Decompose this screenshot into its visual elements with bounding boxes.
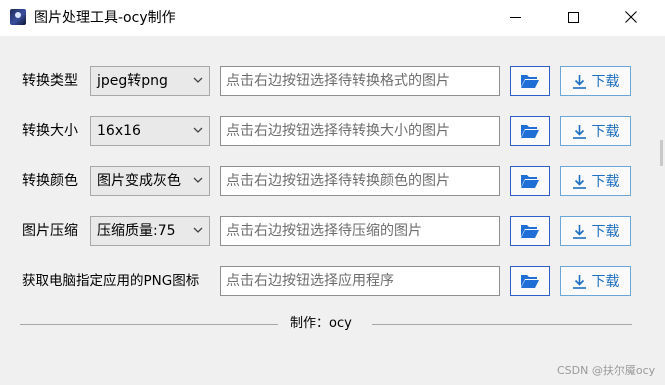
- download-icon: [572, 124, 586, 139]
- open-folder-button[interactable]: [510, 66, 550, 96]
- folder-open-icon: [521, 175, 539, 188]
- maximize-icon: [567, 11, 579, 23]
- chevron-down-icon: [193, 127, 203, 133]
- download-label: 下载: [591, 174, 620, 190]
- close-icon: [625, 11, 637, 23]
- folder-open-icon: [521, 125, 539, 138]
- download-button[interactable]: 下载: [560, 266, 631, 296]
- row-label-convert-type: 转换类型: [22, 73, 78, 89]
- chevron-down-icon: [193, 77, 203, 83]
- open-folder-button[interactable]: [510, 216, 550, 246]
- open-folder-button[interactable]: [510, 166, 550, 196]
- download-label: 下载: [591, 74, 620, 90]
- open-folder-button[interactable]: [510, 116, 550, 146]
- window-title: 图片处理工具-ocy制作: [34, 10, 176, 26]
- convert-size-select[interactable]: 16x16: [90, 116, 210, 146]
- select-value: 图片变成灰色: [97, 173, 181, 189]
- download-label: 下载: [591, 274, 620, 290]
- download-button[interactable]: 下载: [560, 216, 631, 246]
- download-label: 下载: [591, 224, 620, 240]
- minimize-button[interactable]: [492, 0, 538, 34]
- file-path-input[interactable]: 点击右边按钮选择待转换格式的图片: [220, 66, 500, 96]
- scrollbar-thumb[interactable]: [660, 140, 663, 166]
- close-button[interactable]: [608, 0, 654, 34]
- download-icon: [572, 224, 586, 239]
- scrollbar-track[interactable]: [656, 36, 665, 385]
- row-label-convert-size: 转换大小: [22, 123, 78, 139]
- convert-color-select[interactable]: 图片变成灰色: [90, 166, 210, 196]
- divider-left: [20, 324, 278, 325]
- download-icon: [572, 274, 586, 289]
- download-button[interactable]: 下载: [560, 116, 631, 146]
- download-button[interactable]: 下载: [560, 166, 631, 196]
- title-bar: 图片处理工具-ocy制作: [0, 0, 665, 36]
- select-value: 16x16: [97, 123, 141, 139]
- download-label: 下载: [591, 124, 620, 140]
- file-path-input[interactable]: 点击右边按钮选择待转换大小的图片: [220, 116, 500, 146]
- app-icon: [10, 9, 26, 25]
- folder-open-icon: [521, 75, 539, 88]
- row-label-compress: 图片压缩: [22, 223, 78, 239]
- author-credit: 制作：ocy: [290, 316, 352, 331]
- select-value: jpeg转png: [97, 73, 168, 89]
- download-icon: [572, 74, 586, 89]
- file-path-input[interactable]: 点击右边按钮选择待压缩的图片: [220, 216, 500, 246]
- minimize-icon: [509, 16, 521, 18]
- open-folder-button[interactable]: [510, 266, 550, 296]
- select-value: 压缩质量:75: [97, 223, 176, 239]
- download-icon: [572, 174, 586, 189]
- file-path-input[interactable]: 点击右边按钮选择待转换颜色的图片: [220, 166, 500, 196]
- download-button[interactable]: 下载: [560, 66, 631, 96]
- folder-open-icon: [521, 225, 539, 238]
- folder-open-icon: [521, 275, 539, 288]
- row-label-convert-color: 转换颜色: [22, 173, 78, 189]
- chevron-down-icon: [193, 227, 203, 233]
- chevron-down-icon: [193, 177, 203, 183]
- watermark: CSDN @扶尔魇ocy: [557, 364, 656, 377]
- compress-quality-select[interactable]: 压缩质量:75: [90, 216, 210, 246]
- row-label-app-icon: 获取电脑指定应用的PNG图标: [22, 273, 200, 289]
- maximize-button[interactable]: [550, 0, 596, 34]
- convert-type-select[interactable]: jpeg转png: [90, 66, 210, 96]
- divider-right: [372, 324, 632, 325]
- app-path-input[interactable]: 点击右边按钮选择应用程序: [220, 266, 500, 296]
